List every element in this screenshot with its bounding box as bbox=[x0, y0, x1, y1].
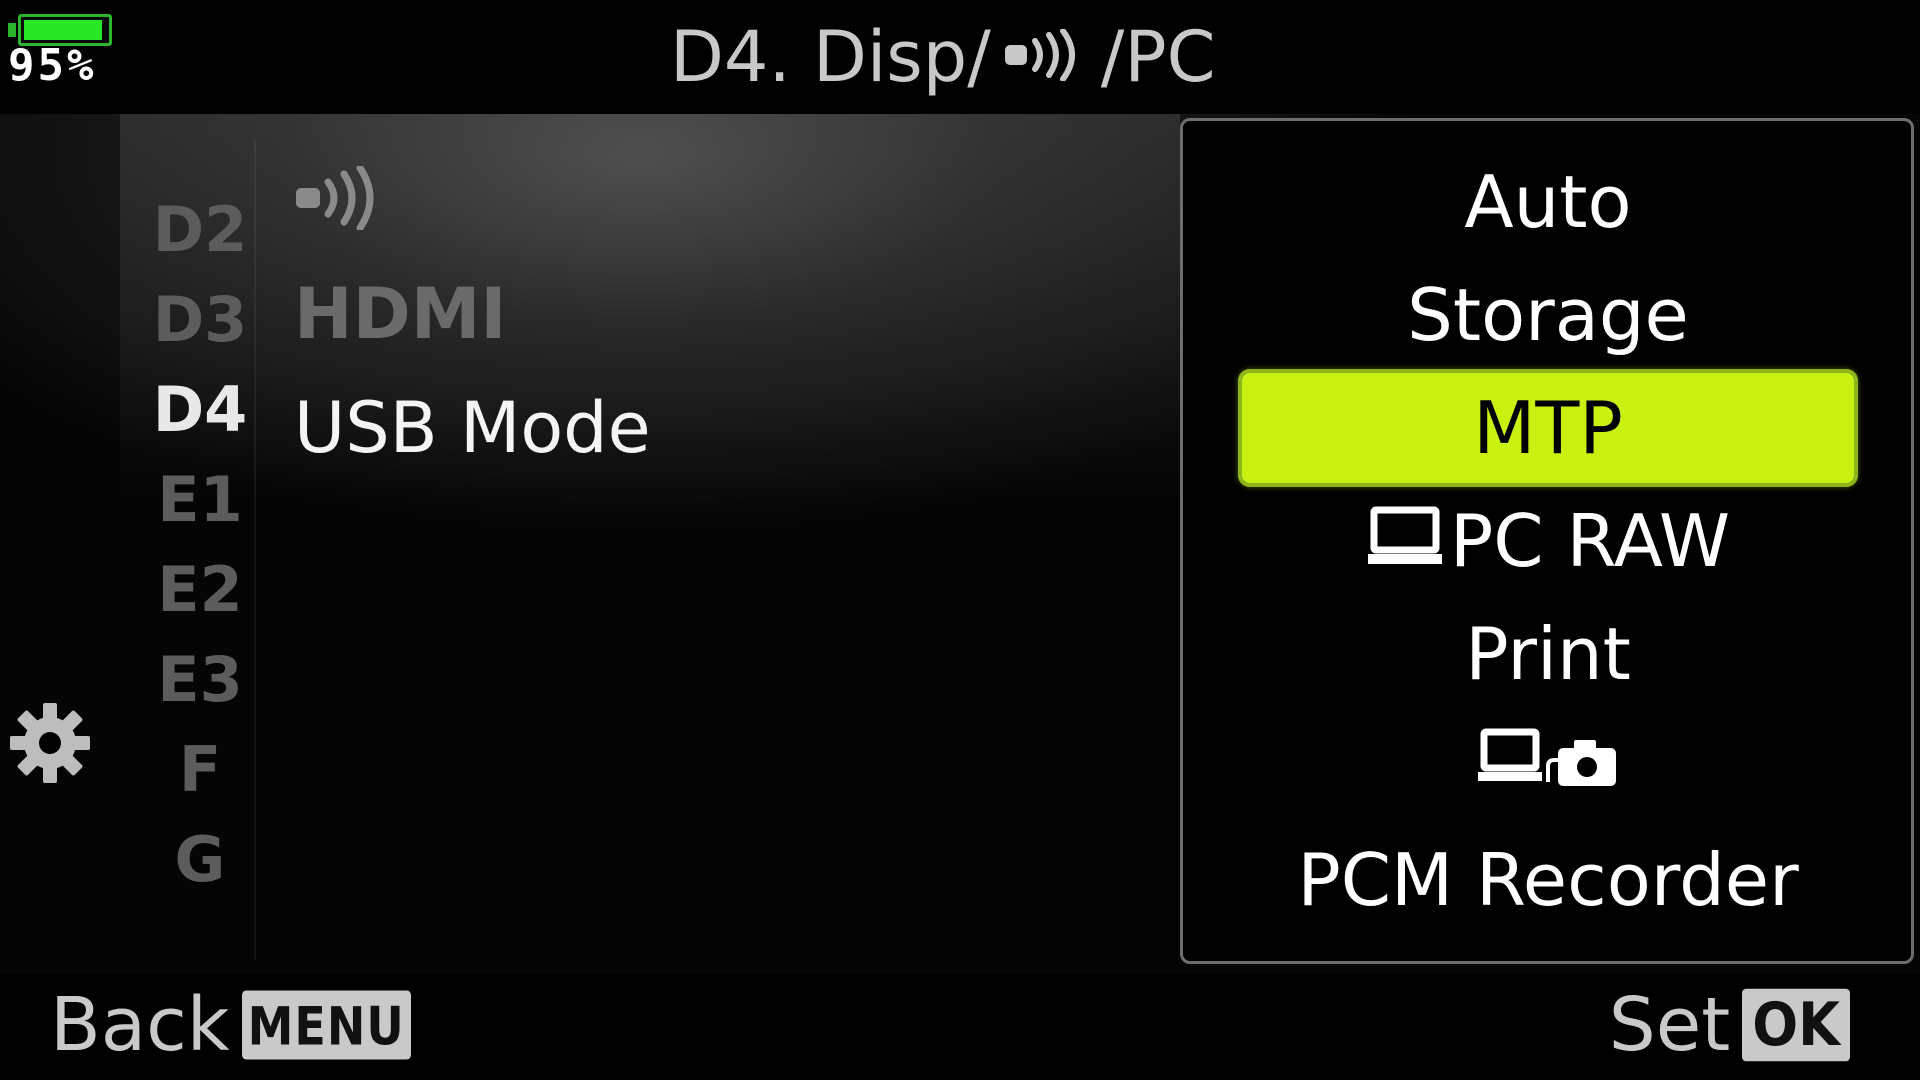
option-print[interactable]: Print bbox=[1238, 595, 1858, 713]
ok-key-icon: OK bbox=[1742, 988, 1850, 1062]
tab-e1[interactable]: E1 bbox=[140, 460, 260, 540]
option-pc-raw-label: PC RAW bbox=[1449, 499, 1731, 583]
pc-tether-camera-icon bbox=[1478, 725, 1618, 809]
wifi-icon bbox=[1003, 16, 1089, 98]
title-prefix: D4. Disp/ bbox=[670, 16, 991, 98]
page-title: D4. Disp/ /PC bbox=[670, 14, 1215, 100]
option-auto[interactable]: Auto bbox=[1238, 143, 1858, 261]
tab-f[interactable]: F bbox=[140, 730, 260, 810]
tab-d4[interactable]: D4 bbox=[140, 370, 260, 450]
tab-g[interactable]: G bbox=[140, 820, 260, 900]
gear-icon bbox=[2, 702, 98, 784]
option-pcm-recorder[interactable]: PCM Recorder bbox=[1238, 821, 1858, 939]
usb-mode-options: Auto Storage MTP PC RAW Print PCM Record… bbox=[1180, 118, 1914, 964]
option-mtp[interactable]: MTP bbox=[1238, 369, 1858, 487]
set-button[interactable]: Set OK bbox=[1609, 980, 1850, 1070]
set-label: Set bbox=[1608, 982, 1731, 1068]
title-suffix: /PC bbox=[1100, 16, 1216, 98]
option-pc-tether[interactable] bbox=[1238, 708, 1858, 826]
wifi-icon bbox=[294, 164, 386, 247]
option-storage[interactable]: Storage bbox=[1238, 256, 1858, 374]
tab-e3[interactable]: E3 bbox=[140, 640, 260, 720]
battery-percent: 95% bbox=[8, 40, 97, 91]
tab-d2[interactable]: D2 bbox=[140, 190, 260, 270]
option-pc-raw[interactable]: PC RAW bbox=[1238, 482, 1858, 600]
menu-item-hdmi[interactable]: HDMI bbox=[294, 264, 506, 364]
panel-highlight bbox=[120, 114, 1180, 974]
menu-item-wifi[interactable] bbox=[294, 156, 386, 256]
camera-menu-screen: 95% D4. Disp/ /PC D2 D3 D4 E1 E2 E3 F G bbox=[0, 0, 1920, 1080]
back-button[interactable]: Back MENU bbox=[50, 980, 411, 1070]
menu-item-usb-mode[interactable]: USB Mode bbox=[294, 378, 651, 478]
tab-d3[interactable]: D3 bbox=[140, 280, 260, 360]
pc-icon bbox=[1366, 499, 1444, 583]
battery-terminal bbox=[8, 23, 16, 37]
back-label: Back bbox=[50, 982, 230, 1068]
battery-level-fill bbox=[24, 20, 102, 40]
menu-key-icon: MENU bbox=[241, 990, 411, 1060]
tab-e2[interactable]: E2 bbox=[140, 550, 260, 630]
